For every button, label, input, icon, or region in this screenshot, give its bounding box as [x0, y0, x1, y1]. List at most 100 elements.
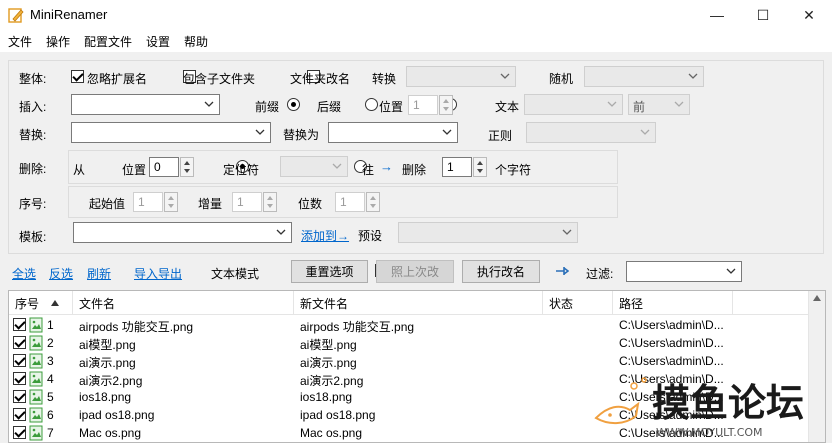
- start-spin[interactable]: 1: [133, 192, 163, 212]
- image-file-icon: [29, 335, 43, 351]
- convert-select[interactable]: [406, 66, 516, 87]
- folder-rename-label: 文件夹改名: [290, 72, 351, 86]
- minimize-button[interactable]: —: [694, 0, 740, 30]
- menu-profile[interactable]: 配置文件: [84, 33, 132, 50]
- row-checkbox[interactable]: [13, 390, 26, 403]
- delete-position-stepper[interactable]: [180, 157, 194, 177]
- start-label: 起始值: [89, 197, 126, 211]
- insert-input[interactable]: [71, 94, 220, 115]
- row-path: C:\Users\admin\D...: [619, 318, 724, 332]
- header-newname[interactable]: 新文件名: [294, 291, 543, 315]
- digits-label: 位数: [298, 197, 323, 211]
- row-checkbox[interactable]: [13, 336, 26, 349]
- image-file-icon: [29, 425, 43, 441]
- preset-select[interactable]: [398, 222, 578, 243]
- step-stepper[interactable]: [263, 192, 277, 212]
- menu-settings[interactable]: 设置: [146, 33, 170, 50]
- delete-position-spin[interactable]: 0: [149, 157, 179, 177]
- reset-options-button[interactable]: 重置选项: [291, 260, 368, 283]
- replace-with-label: 替换为: [283, 128, 320, 142]
- execute-rename-button[interactable]: 执行改名: [462, 260, 540, 283]
- insert-position-stepper[interactable]: [439, 95, 453, 115]
- header-path[interactable]: 路径: [613, 291, 733, 315]
- sort-up-icon: [51, 300, 59, 306]
- row-index: 3: [47, 354, 54, 368]
- select-all-link[interactable]: 全选: [12, 265, 36, 282]
- title-bar: MiniRenamer — ☐ ✕: [0, 0, 832, 30]
- from-label: 从: [73, 163, 86, 177]
- prefix-radio[interactable]: [287, 98, 301, 111]
- scroll-up-icon[interactable]: [813, 295, 821, 301]
- table-row[interactable]: 2 ai模型.png ai模型.png C:\Users\admin\D...: [9, 334, 809, 352]
- header-status[interactable]: 状态: [543, 291, 613, 315]
- digits-spin[interactable]: 1: [335, 192, 365, 212]
- row-checkbox[interactable]: [13, 372, 26, 385]
- template-input[interactable]: [73, 222, 292, 243]
- insert-position-spin[interactable]: 1: [408, 95, 438, 115]
- row-path: C:\Users\admin\D...: [619, 336, 724, 350]
- invert-selection-link[interactable]: 反选: [49, 265, 73, 282]
- chevron-down-icon: [640, 129, 650, 135]
- app-pencil-icon: [8, 8, 24, 23]
- chars-label: 个字符: [495, 163, 532, 177]
- regex-select[interactable]: [526, 122, 656, 143]
- ignore-ext-label: 忽略扩展名: [87, 72, 148, 86]
- row-filename: ai演示2.png: [79, 374, 143, 388]
- row-checkbox[interactable]: [13, 318, 26, 331]
- row-index: 2: [47, 336, 54, 350]
- replace-label: 替换:: [19, 128, 47, 142]
- step-label: 增量: [198, 197, 223, 211]
- insert-front-select[interactable]: 前: [628, 94, 690, 115]
- replace-with-input[interactable]: [328, 122, 458, 143]
- header-filename[interactable]: 文件名: [73, 291, 294, 315]
- replace-input[interactable]: [71, 122, 271, 143]
- pin-icon[interactable]: [555, 265, 569, 277]
- digits-stepper[interactable]: [366, 192, 380, 212]
- delete-count-spin[interactable]: 1: [442, 157, 472, 177]
- menu-file[interactable]: 文件: [8, 33, 32, 50]
- random-label: 随机: [549, 72, 574, 86]
- chevron-down-icon: [442, 129, 452, 135]
- row-newname: ai模型.png: [300, 338, 357, 352]
- row-index: 4: [47, 372, 54, 386]
- insert-label: 插入:: [19, 100, 47, 114]
- text-mode-label: 文本模式: [211, 267, 260, 281]
- maximize-icon: ☐: [756, 6, 770, 23]
- repeat-last-button[interactable]: 照上次改: [376, 260, 454, 283]
- row-index: 6: [47, 408, 54, 422]
- row-filename: Mac os.png: [79, 426, 142, 440]
- table-row[interactable]: 3 ai演示.png ai演示.png C:\Users\admin\D...: [9, 352, 809, 370]
- chevron-down-icon: [500, 73, 510, 79]
- include-sub-label: 包含子文件夹: [183, 72, 256, 86]
- row-checkbox[interactable]: [13, 354, 26, 367]
- row-checkbox[interactable]: [13, 426, 26, 439]
- delete-position-label: 位置: [122, 163, 147, 177]
- locator-select[interactable]: [280, 156, 348, 177]
- header-index[interactable]: 序号: [9, 291, 73, 315]
- table-row[interactable]: 1 airpods 功能交互.png airpods 功能交互.png C:\User…: [9, 316, 809, 334]
- chevron-down-icon: [607, 101, 617, 107]
- insert-text-select[interactable]: [524, 94, 623, 115]
- menu-help[interactable]: 帮助: [184, 33, 208, 50]
- filter-select[interactable]: [626, 261, 742, 282]
- random-select[interactable]: [584, 66, 704, 87]
- row-checkbox[interactable]: [13, 408, 26, 421]
- template-label: 模板:: [19, 230, 47, 244]
- row-index: 1: [47, 318, 54, 332]
- menu-operation[interactable]: 操作: [46, 33, 70, 50]
- maximize-button[interactable]: ☐: [740, 0, 786, 30]
- delete-count-stepper[interactable]: [473, 157, 487, 177]
- image-file-icon: [29, 389, 43, 405]
- refresh-link[interactable]: 刷新: [87, 265, 111, 282]
- direction-arrow-icon[interactable]: →: [380, 159, 393, 174]
- add-to-link[interactable]: 添加到→: [301, 227, 349, 244]
- step-spin[interactable]: 1: [232, 192, 262, 212]
- start-stepper[interactable]: [164, 192, 178, 212]
- ignore-ext-checkbox[interactable]: [71, 70, 84, 83]
- row-filename: ai模型.png: [79, 338, 136, 352]
- row-filename: airpods 功能交互.png: [79, 320, 194, 334]
- close-button[interactable]: ✕: [786, 0, 832, 30]
- import-export-link[interactable]: 导入导出: [134, 265, 182, 282]
- filter-label: 过滤:: [586, 267, 614, 281]
- whole-label: 整体:: [19, 72, 47, 86]
